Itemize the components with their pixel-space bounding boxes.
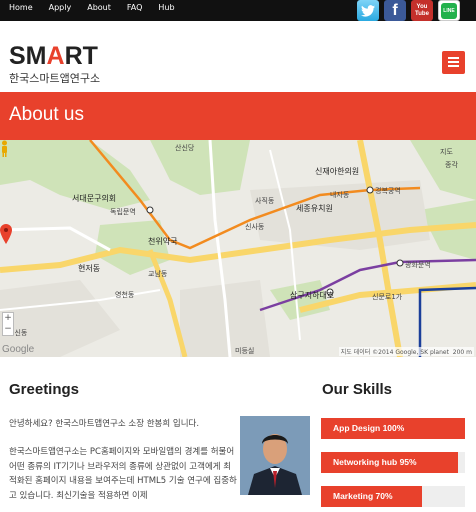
skill-bar-marketing: Marketing 70% [321, 486, 465, 507]
nav-hub-link[interactable]: Hub [158, 3, 174, 12]
zoom-in-icon[interactable]: + [3, 313, 13, 324]
map-label-sinsa: 신사동 [245, 223, 265, 231]
page-title-banner: About us [0, 92, 476, 140]
line-icon[interactable]: LINE [438, 0, 460, 21]
map-label-sansin: 산신당 [175, 144, 195, 152]
twitter-icon[interactable] [357, 0, 379, 21]
hamburger-menu-button[interactable] [442, 51, 465, 74]
skill-bar-app-design: App Design 100% [321, 418, 465, 439]
site-logo[interactable]: SMART [9, 42, 98, 70]
page-title: About us [9, 104, 84, 125]
map-label-samgu: 삼구지하대호 [290, 291, 335, 300]
google-logo[interactable]: Google [2, 344, 34, 355]
zoom-out-icon[interactable]: − [3, 324, 13, 335]
skill-bar-networking-hub: Networking hub 95% [321, 452, 465, 473]
nav-apply-link[interactable]: Apply [49, 3, 72, 12]
map-label-sinmunno: 신문로1가 [372, 293, 403, 301]
map-credit-text[interactable]: 지도 데이터 ©2014 Google, SK planet [341, 349, 449, 356]
skill-bar-label: Marketing 70% [333, 491, 393, 501]
hamburger-icon-bottom [448, 65, 459, 67]
logo-text-post: RT [64, 42, 98, 70]
map-canvas [0, 140, 476, 357]
hamburger-icon [448, 57, 459, 59]
map-marker-icon[interactable] [0, 224, 12, 244]
greetings-paragraph-1: 안녕하세요? 한국스마트앱연구소 소장 한봉희 입니다. [9, 419, 200, 429]
logo-text-accent: A [46, 42, 65, 70]
map-scale: 200 m [452, 349, 472, 356]
nav-faq-link[interactable]: FAQ [127, 3, 143, 12]
map-label-gyeongbok: 경복궁역 [375, 187, 401, 195]
skill-bar-label: App Design 100% [333, 423, 405, 433]
map-label-sejong: 세종유치원 [296, 204, 333, 213]
map-label-seodaemun-gu: 서대문구의회 [72, 194, 117, 203]
map-label-yeongcheon: 영천동 [115, 291, 135, 299]
map-label-dongnimmun: 독립문역 [110, 208, 136, 216]
youtube-bottom-text: Tube [415, 10, 429, 17]
map-label-gyonam: 교남동 [148, 270, 168, 278]
pegman-icon[interactable] [0, 140, 9, 158]
google-map[interactable]: 산신당 신재아한의원 서대문구의회 독립문역 경복궁역 내자동 세종유치원 사직… [0, 140, 476, 357]
skill-bar-label: Networking hub 95% [333, 457, 417, 467]
map-label-jonggak: 종각 [445, 161, 458, 169]
logo-text-pre: SM [9, 42, 47, 70]
map-label-sinchon: 신재아한의원 [315, 167, 360, 176]
site-header: SMART 한국스마트앱연구소 [0, 21, 476, 92]
skills-title: Our Skills [322, 381, 393, 398]
map-label-sajik: 사직동 [255, 197, 275, 205]
map-attribution: 지도 데이터 ©2014 Google, SK planet 200 m [338, 347, 474, 356]
logo-subtitle: 한국스마트앱연구소 [9, 72, 101, 85]
zoom-control[interactable]: + − [2, 312, 14, 336]
map-label-jido: 지도 [440, 148, 453, 156]
hamburger-icon-mid [448, 61, 459, 63]
director-photo [240, 416, 310, 495]
youtube-icon[interactable]: You Tube [411, 0, 433, 21]
top-nav-bar: Home Apply About FAQ Hub f You Tube LINE [0, 0, 476, 21]
nav-about-link[interactable]: About [87, 3, 111, 12]
top-nav-links: Home Apply About FAQ Hub [9, 3, 175, 12]
map-label-gwanghwamun: 광화문역 [405, 261, 431, 269]
youtube-top-text: You [416, 3, 428, 10]
map-label-misamsil: 미등실 [235, 347, 255, 355]
facebook-icon[interactable]: f [384, 0, 406, 21]
greetings-paragraph-2: 한국스마트앱연구소는 PC홈페이지와 모바일앱의 경계를 허물어 어떤 종류의 … [9, 447, 237, 501]
map-label-hyeonjeo: 현저동 [78, 264, 101, 273]
line-icon-text: LINE [441, 2, 457, 19]
greetings-title: Greetings [9, 381, 80, 398]
nav-home-link[interactable]: Home [9, 3, 33, 12]
map-label-chunhyeon: 천위약국 [148, 237, 178, 246]
map-label-naeja: 내자동 [330, 191, 350, 199]
